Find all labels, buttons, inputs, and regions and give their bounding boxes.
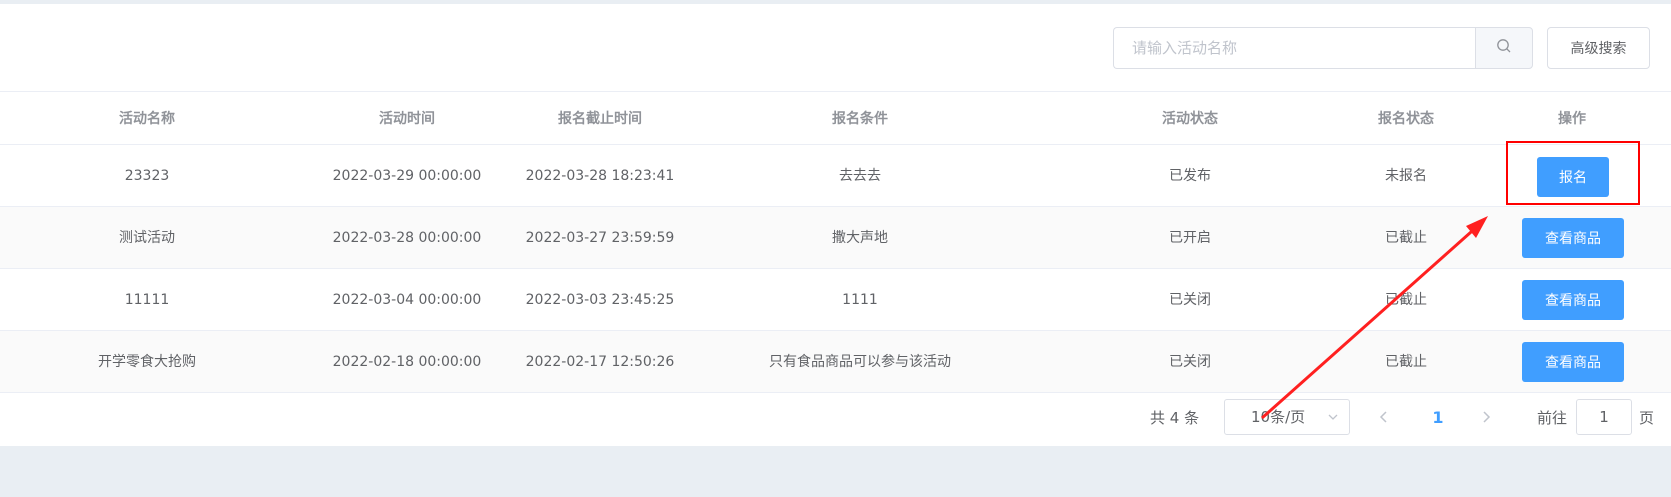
goto-label: 前往 bbox=[1537, 409, 1568, 427]
cell-activity-status: 已关闭 bbox=[1169, 292, 1211, 308]
pagination-total: 共 4 条 bbox=[1150, 409, 1200, 427]
table-row: 11111 2022-03-04 00:00:00 2022-03-03 23:… bbox=[0, 269, 1671, 331]
search-input[interactable] bbox=[1113, 27, 1475, 69]
cell-deadline: 2022-03-28 18:23:41 bbox=[525, 168, 675, 184]
page-size-select[interactable]: 10条/页 bbox=[1224, 399, 1350, 435]
cell-time: 2022-02-18 00:00:00 bbox=[332, 354, 482, 370]
search-button[interactable] bbox=[1475, 27, 1533, 69]
page-number-current[interactable]: 1 bbox=[1425, 396, 1451, 440]
header-condition: 报名条件 bbox=[832, 111, 888, 127]
view-products-button[interactable]: 查看商品 bbox=[1522, 342, 1624, 382]
pagination: 共 4 条 10条/页 1 前往 页 bbox=[0, 396, 1671, 440]
cell-condition: 1111 bbox=[842, 292, 878, 308]
search-icon bbox=[1496, 38, 1512, 58]
table-header-row: 活动名称 活动时间 报名截止时间 报名条件 活动状态 报名状态 操作 bbox=[0, 91, 1671, 145]
cell-name: 11111 bbox=[124, 292, 170, 308]
content-panel: 高级搜索 活动名称 活动时间 报名截止时间 报名条件 活动状态 报名状态 操作 … bbox=[0, 4, 1671, 446]
chevron-right-icon[interactable] bbox=[1480, 408, 1492, 430]
cell-name: 23323 bbox=[124, 168, 170, 184]
header-activity-status: 活动状态 bbox=[1162, 111, 1218, 127]
annotation-highlight-box bbox=[1506, 141, 1640, 205]
chevron-down-icon bbox=[1327, 411, 1339, 427]
page-size-value: 10条/页 bbox=[1251, 408, 1306, 426]
cell-deadline: 2022-03-03 23:45:25 bbox=[525, 292, 675, 308]
header-signup-status: 报名状态 bbox=[1378, 111, 1434, 127]
header-deadline: 报名截止时间 bbox=[558, 111, 642, 127]
header-name: 活动名称 bbox=[119, 111, 175, 127]
cell-activity-status: 已关闭 bbox=[1169, 354, 1211, 370]
cell-condition: 去去去 bbox=[839, 168, 881, 184]
cell-deadline: 2022-03-27 23:59:59 bbox=[525, 230, 675, 246]
advanced-search-button[interactable]: 高级搜索 bbox=[1547, 27, 1650, 69]
cell-condition: 只有食品商品可以参与该活动 bbox=[769, 354, 951, 370]
cell-time: 2022-03-04 00:00:00 bbox=[332, 292, 482, 308]
chevron-left-icon[interactable] bbox=[1378, 408, 1390, 430]
goto-unit: 页 bbox=[1639, 409, 1655, 427]
search-bar bbox=[1113, 27, 1533, 69]
cell-condition: 撒大声地 bbox=[832, 230, 888, 246]
cell-name: 测试活动 bbox=[119, 230, 175, 246]
cell-signup-status: 已截止 bbox=[1385, 292, 1427, 308]
header-time: 活动时间 bbox=[379, 111, 435, 127]
view-products-button[interactable]: 查看商品 bbox=[1522, 280, 1624, 320]
cell-name: 开学零食大抢购 bbox=[98, 354, 196, 370]
cell-time: 2022-03-28 00:00:00 bbox=[332, 230, 482, 246]
cell-signup-status: 已截止 bbox=[1385, 354, 1427, 370]
header-actions: 操作 bbox=[1558, 111, 1586, 127]
cell-activity-status: 已开启 bbox=[1169, 230, 1211, 246]
cell-activity-status: 已发布 bbox=[1169, 168, 1211, 184]
table-row: 测试活动 2022-03-28 00:00:00 2022-03-27 23:5… bbox=[0, 207, 1671, 269]
table-row: 开学零食大抢购 2022-02-18 00:00:00 2022-02-17 1… bbox=[0, 331, 1671, 393]
view-products-button[interactable]: 查看商品 bbox=[1522, 218, 1624, 258]
goto-page-input[interactable] bbox=[1576, 399, 1632, 435]
cell-signup-status: 已截止 bbox=[1385, 230, 1427, 246]
cell-deadline: 2022-02-17 12:50:26 bbox=[525, 354, 675, 370]
table-row: 23323 2022-03-29 00:00:00 2022-03-28 18:… bbox=[0, 145, 1671, 207]
cell-signup-status: 未报名 bbox=[1385, 168, 1427, 184]
cell-time: 2022-03-29 00:00:00 bbox=[332, 168, 482, 184]
